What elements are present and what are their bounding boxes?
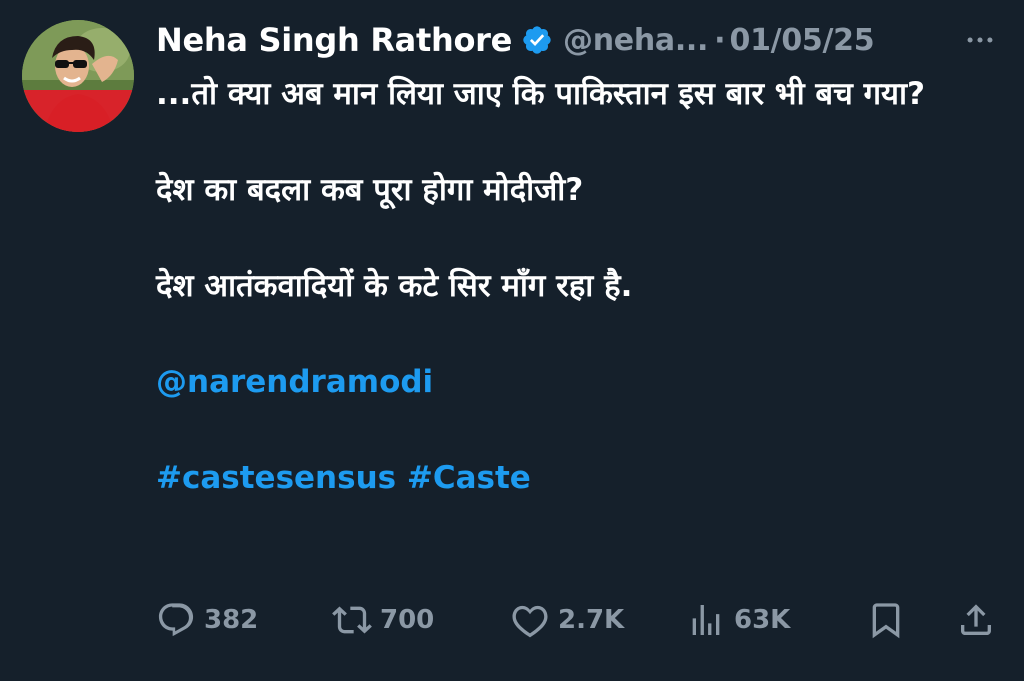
avatar-image [22, 20, 134, 132]
more-dots-icon[interactable] [956, 18, 1004, 62]
author-name[interactable]: Neha Singh Rathore [156, 21, 512, 59]
like-count: 2.7K [558, 605, 625, 635]
retweet-count: 700 [380, 605, 435, 635]
retweet-button[interactable]: 700 [332, 600, 434, 640]
like-button[interactable]: 2.7K [510, 600, 624, 640]
share-button[interactable] [956, 600, 996, 640]
verified-badge-icon [521, 24, 553, 56]
author-handle[interactable]: @neha... [563, 23, 708, 58]
bookmark-icon [872, 603, 900, 639]
bookmark-button[interactable] [866, 600, 906, 640]
tweet-text-line: देश का बदला कब पूरा होगा मोदीजी? [156, 172, 584, 208]
views-button[interactable]: 63K [686, 600, 790, 640]
reply-icon [158, 603, 194, 637]
separator-dot: · [714, 22, 726, 58]
hashtag-link[interactable]: #Caste [407, 460, 531, 496]
share-icon [961, 604, 991, 635]
reply-count: 382 [204, 605, 259, 635]
action-bar: 382 700 2.7K 63K [156, 596, 998, 644]
heart-icon [512, 605, 548, 638]
tweet-header: Neha Singh Rathore @neha... · 01/05/25 [156, 18, 1004, 62]
views-icon [692, 605, 720, 635]
retweet-icon [332, 606, 372, 634]
tweet-date[interactable]: 01/05/25 [730, 23, 875, 58]
reply-button[interactable]: 382 [156, 600, 258, 640]
tweet-body: ...तो क्या अब मान लिया जाए कि पाकिस्तान … [156, 70, 976, 502]
tweet-text-line: ...तो क्या अब मान लिया जाए कि पाकिस्तान … [156, 76, 926, 112]
avatar[interactable] [22, 20, 134, 132]
views-count: 63K [734, 605, 791, 635]
tweet-text-line: देश आतंकवादियों के कटे सिर माँग रहा है. [156, 268, 633, 304]
mention-link[interactable]: @narendramodi [156, 364, 433, 400]
hashtag-link[interactable]: #castesensus [156, 460, 396, 496]
